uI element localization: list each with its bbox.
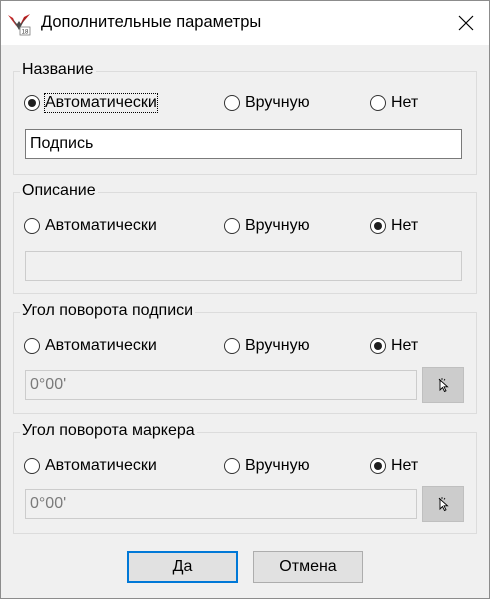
label-angle-group: Угол поворота подписи Автоматически Вруч… — [13, 302, 477, 414]
marker-angle-input[interactable]: 0°00' — [25, 489, 417, 519]
description-auto-radio[interactable]: Автоматически — [24, 215, 157, 237]
name-group-label: Название — [20, 61, 96, 79]
radio-label: Автоматически — [45, 457, 157, 474]
marker-angle-none-radio[interactable]: Нет — [370, 455, 418, 477]
marker-angle-auto-radio[interactable]: Автоматически — [24, 455, 157, 477]
radio-label: Вручную — [245, 217, 310, 234]
description-group-label: Описание — [20, 182, 98, 200]
marker-angle-manual-radio[interactable]: Вручную — [224, 455, 310, 477]
radio-label: Вручную — [245, 457, 310, 474]
name-group: Название Автоматически Вручную Нет Подпи… — [13, 61, 477, 175]
close-icon — [458, 15, 474, 31]
label-angle-pick-button[interactable] — [422, 367, 464, 403]
close-button[interactable] — [443, 1, 489, 45]
label-angle-none-radio[interactable]: Нет — [370, 335, 418, 357]
radio-label: Нет — [391, 457, 419, 474]
radio-selected-indicator — [370, 218, 386, 234]
marker-angle-group-label: Угол поворота маркера — [20, 422, 197, 440]
radio-indicator — [24, 338, 40, 354]
radio-indicator — [224, 458, 240, 474]
description-none-radio[interactable]: Нет — [370, 215, 418, 237]
name-none-radio[interactable]: Нет — [370, 92, 418, 114]
svg-text:18: 18 — [22, 30, 29, 36]
app-logo-icon: 18 — [7, 12, 31, 36]
radio-label: Автоматически — [45, 217, 157, 234]
radio-indicator — [370, 95, 386, 111]
radio-selected-indicator — [370, 458, 386, 474]
cursor-pick-icon — [438, 378, 449, 393]
radio-indicator — [224, 218, 240, 234]
cancel-button[interactable]: Отмена — [253, 551, 363, 583]
description-group: Описание Автоматически Вручную Нет — [13, 182, 477, 294]
radio-selected-indicator — [24, 95, 40, 111]
window-title: Дополнительные параметры — [41, 13, 262, 31]
cursor-pick-icon — [438, 497, 449, 512]
label-angle-input[interactable]: 0°00' — [25, 370, 417, 400]
name-manual-radio[interactable]: Вручную — [224, 92, 310, 114]
ok-button[interactable]: Да — [127, 551, 238, 583]
radio-indicator — [224, 95, 240, 111]
radio-label: Нет — [391, 217, 419, 234]
radio-indicator — [24, 458, 40, 474]
radio-label: Нет — [391, 337, 419, 354]
radio-selected-indicator — [370, 338, 386, 354]
label-angle-manual-radio[interactable]: Вручную — [224, 335, 310, 357]
radio-label: Автоматически — [45, 337, 157, 354]
radio-label: Вручную — [245, 337, 310, 354]
name-auto-radio[interactable]: Автоматически — [24, 92, 158, 114]
radio-indicator — [224, 338, 240, 354]
name-input[interactable]: Подпись — [25, 129, 462, 159]
label-angle-auto-radio[interactable]: Автоматически — [24, 335, 157, 357]
dialog-window: 18 Дополнительные параметры Название Авт… — [0, 0, 490, 599]
radio-label: Автоматически — [44, 93, 158, 113]
label-angle-group-label: Угол поворота подписи — [20, 302, 196, 320]
radio-label: Вручную — [245, 94, 310, 111]
marker-angle-pick-button[interactable] — [422, 486, 464, 522]
radio-indicator — [24, 218, 40, 234]
marker-angle-group: Угол поворота маркера Автоматически Вруч… — [13, 422, 477, 534]
title-bar: 18 Дополнительные параметры — [1, 1, 489, 45]
description-input[interactable] — [25, 251, 462, 281]
radio-label: Нет — [391, 94, 419, 111]
description-manual-radio[interactable]: Вручную — [224, 215, 310, 237]
